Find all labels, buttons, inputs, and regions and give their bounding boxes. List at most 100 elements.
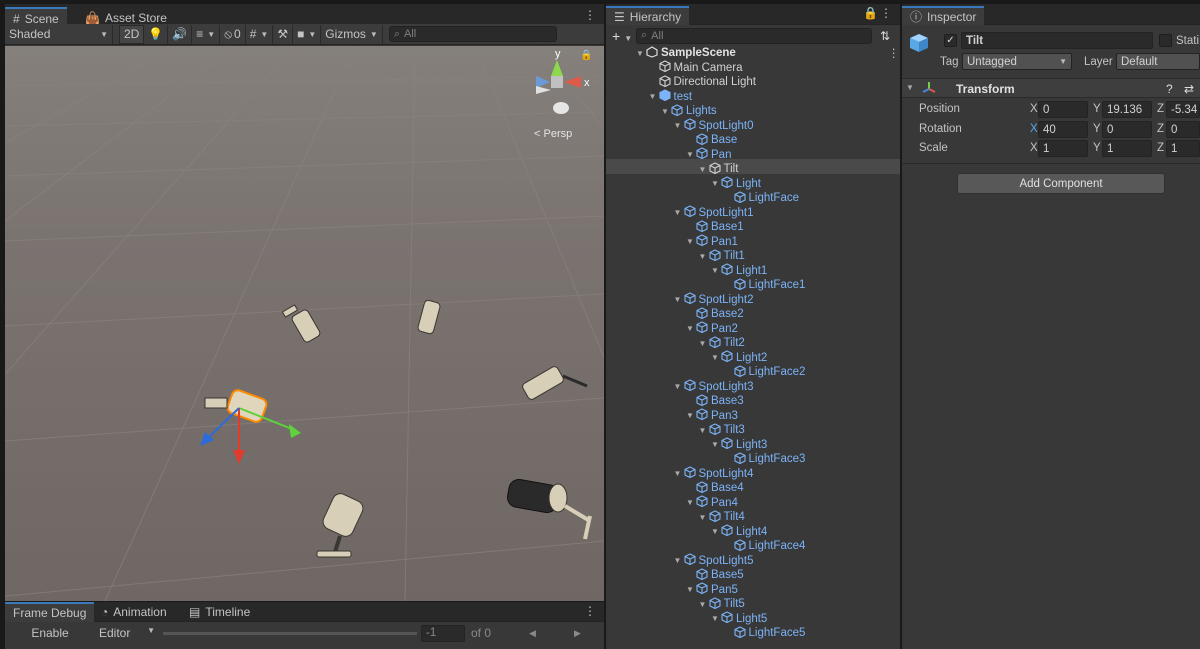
hierarchy-item[interactable]: LightFace bbox=[722, 191, 799, 206]
foldout-arrow-icon[interactable]: ▼ bbox=[709, 353, 721, 362]
rotation-y-label[interactable]: Y bbox=[1093, 123, 1101, 135]
hierarchy-item[interactable]: Base1 bbox=[684, 220, 744, 235]
add-component-button[interactable]: Add Component bbox=[957, 173, 1165, 194]
transform-header[interactable]: ▼ Transform ? ⇄ bbox=[902, 78, 1200, 98]
foldout-arrow-icon[interactable]: ▼ bbox=[906, 83, 914, 92]
scene-search-input[interactable]: ⌕ All bbox=[388, 26, 557, 42]
hierarchy-item[interactable]: LightFace5 bbox=[722, 626, 805, 641]
foldout-arrow-icon[interactable]: ▼ bbox=[709, 266, 721, 275]
active-checkbox[interactable]: ✓ bbox=[944, 34, 957, 47]
2d-toggle[interactable]: 2D bbox=[119, 24, 145, 44]
foldout-arrow-icon[interactable]: ▼ bbox=[697, 513, 709, 522]
position-x-field[interactable]: 0 bbox=[1038, 101, 1088, 118]
hierarchy-item[interactable]: ▼ Tilt5 bbox=[697, 597, 745, 612]
grid-dropdown[interactable]: # ▼ bbox=[246, 24, 274, 44]
effects-dropdown[interactable]: ≡ ▼ bbox=[192, 24, 221, 44]
position-y-label[interactable]: Y bbox=[1093, 103, 1101, 115]
foldout-arrow-icon[interactable]: ▼ bbox=[634, 49, 646, 58]
shading-mode-dropdown[interactable]: Shaded ▼ bbox=[5, 24, 113, 44]
scale-y-label[interactable]: Y bbox=[1093, 142, 1101, 154]
hierarchy-item[interactable]: ▼ Pan5 bbox=[684, 582, 738, 598]
tab-timeline[interactable]: ▤ Timeline bbox=[181, 602, 258, 622]
hierarchy-item[interactable]: ▼ Pan3 bbox=[684, 408, 738, 424]
foldout-arrow-icon[interactable]: ▼ bbox=[697, 252, 709, 261]
object-name-field[interactable]: Tilt bbox=[961, 32, 1153, 49]
hierarchy-item[interactable]: ▼ SpotLight1 bbox=[672, 205, 754, 221]
lock-icon[interactable]: 🔒 bbox=[580, 49, 592, 61]
foldout-arrow-icon[interactable]: ▼ bbox=[709, 527, 721, 536]
rotation-x-field[interactable]: 40 bbox=[1038, 121, 1088, 138]
hierarchy-item[interactable]: ▼ Light2 bbox=[709, 350, 767, 366]
foldout-arrow-icon[interactable]: ▼ bbox=[659, 107, 671, 116]
visibility-toggle[interactable]: ⦸ 0 bbox=[220, 24, 246, 44]
hierarchy-item[interactable]: ▼ Tilt3 bbox=[697, 423, 745, 438]
hierarchy-item[interactable]: ▼ Light5 bbox=[709, 611, 767, 627]
foldout-arrow-icon[interactable]: ▼ bbox=[684, 498, 696, 507]
hierarchy-item[interactable]: Base5 bbox=[684, 568, 744, 583]
hierarchy-item[interactable]: ▼ Tilt4 bbox=[697, 510, 745, 525]
foldout-arrow-icon[interactable]: ▼ bbox=[684, 237, 696, 246]
create-dropdown[interactable]: + ▼ bbox=[606, 28, 636, 44]
more-options-icon[interactable]: ⋮ bbox=[584, 605, 596, 617]
hierarchy-item[interactable]: ▼ Light3 bbox=[709, 437, 767, 453]
rotation-z-label[interactable]: Z bbox=[1157, 123, 1164, 135]
hierarchy-item[interactable]: ▼ SpotLight0 bbox=[672, 118, 754, 134]
hierarchy-item[interactable]: ▼ Pan1 bbox=[684, 234, 738, 250]
hierarchy-item[interactable]: LightFace4 bbox=[722, 539, 805, 554]
hierarchy-item[interactable]: LightFace1 bbox=[722, 278, 805, 293]
target-dropdown[interactable]: Editor ▼ bbox=[95, 626, 159, 640]
foldout-arrow-icon[interactable]: ▼ bbox=[672, 469, 684, 478]
hierarchy-item[interactable]: Base4 bbox=[684, 481, 744, 496]
help-icon[interactable]: ? bbox=[1166, 82, 1173, 96]
foldout-arrow-icon[interactable]: ▼ bbox=[684, 324, 696, 333]
position-z-field[interactable]: -5.34 bbox=[1166, 101, 1200, 118]
frame-slider[interactable] bbox=[163, 631, 417, 635]
hierarchy-item[interactable]: ▼ Tilt1 bbox=[697, 249, 745, 264]
foldout-arrow-icon[interactable]: ▼ bbox=[672, 382, 684, 391]
hierarchy-item[interactable]: ▼ Tilt bbox=[697, 162, 738, 177]
hierarchy-item[interactable]: Main Camera bbox=[647, 60, 743, 76]
tools-toggle[interactable]: ⚒ bbox=[273, 24, 294, 44]
hierarchy-item[interactable]: ▼ Lights bbox=[659, 104, 717, 119]
hierarchy-item[interactable]: ▼ Light4 bbox=[709, 524, 767, 540]
scale-y-field[interactable]: 1 bbox=[1102, 140, 1152, 157]
hierarchy-item[interactable]: ▼ Pan2 bbox=[684, 321, 738, 337]
enable-button[interactable]: Enable bbox=[5, 626, 95, 640]
lock-icon[interactable]: 🔒 bbox=[863, 7, 878, 19]
foldout-arrow-icon[interactable]: ▼ bbox=[709, 614, 721, 623]
hierarchy-item[interactable]: Base bbox=[684, 133, 737, 148]
foldout-arrow-icon[interactable]: ▼ bbox=[709, 440, 721, 449]
rotation-z-field[interactable]: 0 bbox=[1166, 121, 1200, 138]
hierarchy-item[interactable]: ▼ SpotLight4 bbox=[672, 466, 754, 482]
hierarchy-item[interactable]: Directional Light bbox=[647, 75, 756, 90]
position-z-label[interactable]: Z bbox=[1157, 103, 1164, 115]
hierarchy-item[interactable]: ▼ SpotLight5 bbox=[672, 553, 754, 569]
scale-z-field[interactable]: 1 bbox=[1166, 140, 1200, 157]
more-options-icon[interactable]: ⋮ bbox=[584, 9, 596, 21]
more-options-icon[interactable]: ⋮ bbox=[880, 7, 892, 19]
hierarchy-item[interactable]: Base3 bbox=[684, 394, 744, 409]
hierarchy-item[interactable]: ▼ Light bbox=[709, 176, 761, 192]
hierarchy-item[interactable]: ▼ Tilt2 bbox=[697, 336, 745, 351]
tab-hierarchy[interactable]: ☰ Hierarchy bbox=[606, 6, 690, 25]
frame-number-field[interactable]: -1 bbox=[421, 624, 465, 642]
scale-x-label[interactable]: X bbox=[1030, 142, 1038, 154]
foldout-arrow-icon[interactable]: ▼ bbox=[684, 585, 696, 594]
hierarchy-item[interactable]: LightFace2 bbox=[722, 365, 805, 380]
perspective-label[interactable]: < Persp bbox=[534, 128, 572, 140]
tab-inspector[interactable]: ⓘ Inspector bbox=[902, 6, 985, 25]
audio-toggle[interactable]: 🔊 bbox=[168, 24, 193, 44]
hierarchy-item[interactable]: ▼ SpotLight3 bbox=[672, 379, 754, 395]
rotation-y-field[interactable]: 0 bbox=[1102, 121, 1152, 138]
hierarchy-search-input[interactable]: ⌕ All bbox=[636, 27, 872, 44]
foldout-arrow-icon[interactable]: ▼ bbox=[697, 426, 709, 435]
foldout-arrow-icon[interactable]: ▼ bbox=[672, 295, 684, 304]
hierarchy-item[interactable]: ▼ Light1 bbox=[709, 263, 767, 279]
foldout-arrow-icon[interactable]: ▼ bbox=[672, 208, 684, 217]
layer-dropdown[interactable]: Default bbox=[1116, 53, 1200, 70]
previous-frame-button[interactable]: ◀ bbox=[529, 628, 536, 639]
foldout-arrow-icon[interactable]: ▼ bbox=[697, 165, 709, 174]
more-options-icon[interactable]: ⋮ bbox=[888, 46, 900, 60]
foldout-arrow-icon[interactable]: ▼ bbox=[697, 339, 709, 348]
hierarchy-item[interactable]: ▼ SpotLight2 bbox=[672, 292, 754, 308]
